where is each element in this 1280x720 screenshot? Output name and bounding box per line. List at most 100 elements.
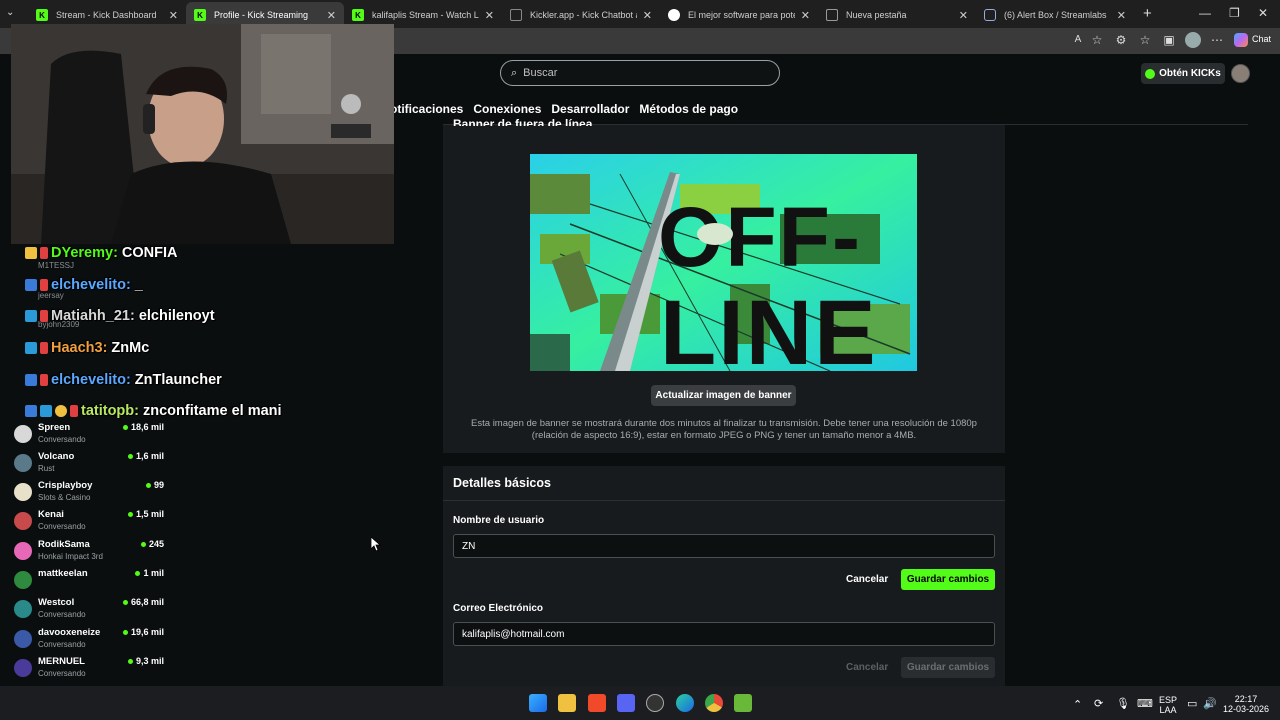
sidebar-channel-mattkeelan[interactable]: mattkeelan 1 mil — [14, 568, 164, 596]
subscriber-badge-icon — [25, 342, 37, 354]
tab-notifications[interactable]: otificaciones — [390, 102, 463, 116]
sword-badge-icon — [25, 279, 37, 291]
kick-favicon-icon: K — [36, 9, 48, 21]
banner-text-off: OFF- — [658, 190, 862, 284]
email-save-button[interactable]: Guardar cambios — [901, 657, 995, 678]
start-menu-icon[interactable] — [529, 694, 547, 712]
live-dot-icon — [122, 629, 128, 635]
tab-kickler[interactable]: Kickler.app - Kick Chatbot and Ov ✕ — [502, 2, 660, 28]
kickler-favicon-icon — [510, 9, 522, 21]
tab-menu-icon[interactable]: ⌄ — [6, 7, 20, 21]
sidebar-channel-crisplayboy[interactable]: Crisplayboy Slots & Casino 99 — [14, 480, 164, 508]
extensions-icon[interactable]: ⚙ — [1114, 33, 1128, 47]
username-field[interactable]: ZN — [453, 534, 995, 558]
email-cancel-button[interactable]: Cancelar — [846, 662, 888, 673]
chrome-icon[interactable] — [705, 694, 723, 712]
live-dot-icon — [122, 424, 128, 430]
clock[interactable]: 22:17 12-03-2026 — [1222, 694, 1270, 714]
profile-avatar-icon[interactable] — [1185, 32, 1201, 48]
read-aloud-icon[interactable]: A — [1071, 33, 1085, 47]
streamlabs-favicon-icon — [984, 9, 996, 21]
tray-chevron-icon[interactable]: ⌃ — [1073, 698, 1082, 711]
banner-description: Esta imagen de banner se mostrará durant… — [471, 418, 977, 441]
search-icon: ⌕ — [511, 66, 518, 79]
channel-avatar — [14, 512, 32, 530]
discord-icon[interactable] — [617, 694, 635, 712]
tray-mic-icon[interactable]: 🎙 — [1116, 697, 1130, 710]
close-tab-icon[interactable]: ✕ — [169, 9, 178, 22]
sidebar-channel-spreen[interactable]: Spreen Conversando 18,6 mil — [14, 422, 164, 450]
tab-software[interactable]: El mejor software para potenciar t ✕ — [660, 2, 818, 28]
live-dot-icon — [140, 541, 146, 547]
sidebar-channel-volcano[interactable]: Volcano Rust 1,6 mil — [14, 451, 164, 479]
chat-message: elchevelito: _ — [25, 277, 143, 293]
tray-display-icon[interactable]: ▭ — [1187, 697, 1197, 710]
close-tab-icon[interactable]: ✕ — [327, 9, 336, 22]
close-tab-icon[interactable]: ✕ — [959, 9, 968, 22]
close-window-icon[interactable]: ✕ — [1258, 6, 1268, 20]
viewer-count: 1,5 mil — [127, 509, 164, 519]
tab-alert-box[interactable]: (6) Alert Box / Streamlabs ✕ — [976, 2, 1134, 28]
channel-avatar — [14, 425, 32, 443]
tray-volume-icon[interactable]: 🔊 — [1203, 697, 1217, 710]
username-value: ZN — [462, 540, 476, 552]
sidebar-channel-mernuel[interactable]: MERNUEL Conversando 9,3 mil — [14, 656, 164, 684]
tray-sync-icon[interactable]: ⟳ — [1094, 697, 1103, 710]
channel-avatar — [14, 542, 32, 560]
chat-message: elchevelito: ZnTlauncher — [25, 372, 222, 388]
minecraft-icon[interactable] — [734, 694, 752, 712]
username-save-button[interactable]: Guardar cambios — [901, 569, 995, 590]
get-kicks-button[interactable]: Obtén KICKs — [1141, 63, 1225, 84]
email-field[interactable]: kalifaplis@hotmail.com — [453, 622, 995, 646]
offline-banner-heading: Banner de fuera de línea — [453, 117, 593, 126]
live-dot-icon — [127, 511, 133, 517]
chat-username: tatitopb: — [81, 403, 139, 419]
search-placeholder: Buscar — [523, 67, 558, 79]
user-avatar[interactable] — [1231, 64, 1250, 83]
chat-username: Matiahh_21: — [51, 308, 135, 324]
search-input[interactable]: ⌕ Buscar — [500, 60, 780, 86]
crown-badge-icon — [25, 247, 37, 259]
chat-username: elchevelito: — [51, 277, 131, 293]
favorite-star-icon[interactable]: ☆ — [1090, 33, 1104, 47]
brave-browser-icon[interactable] — [588, 694, 606, 712]
sidebar-channel-westcol[interactable]: Westcol Conversando 66,8 mil — [14, 597, 164, 625]
subscriber-badge-icon — [25, 310, 37, 322]
chat-label[interactable]: Chat — [1252, 34, 1271, 44]
tray-keyboard-icon[interactable]: ⌨ — [1137, 697, 1153, 710]
tab-new[interactable]: Nueva pestaña ✕ — [818, 2, 976, 28]
close-tab-icon[interactable]: ✕ — [485, 9, 494, 22]
more-options-icon[interactable]: ⋯ — [1210, 33, 1224, 47]
kick-favicon-icon: K — [194, 9, 206, 21]
sidebar-channel-davooxeneize[interactable]: davooxeneize Conversando 19,6 mil — [14, 627, 164, 655]
tab-developer[interactable]: Desarrollador — [551, 102, 629, 116]
chat-message: Haach3: ZnMc — [25, 340, 149, 356]
settings-nav: otificaciones Conexiones Desarrollador M… — [390, 102, 738, 116]
sidebar-channel-rodiksama[interactable]: RodikSama Honkai Impact 3rd 245 — [14, 539, 164, 567]
live-dot-icon — [122, 599, 128, 605]
obs-icon[interactable] — [646, 694, 664, 712]
cup-badge-icon — [70, 405, 78, 417]
viewer-count: 245 — [140, 539, 164, 549]
live-dot-icon — [145, 482, 151, 488]
chat-message: tatitopb: znconfitame el mani — [25, 403, 282, 419]
tab-payment-methods[interactable]: Métodos de pago — [639, 102, 738, 116]
minimize-icon[interactable]: — — [1199, 6, 1211, 20]
edge-browser-icon[interactable] — [676, 694, 694, 712]
viewer-count: 66,8 mil — [122, 597, 164, 607]
new-tab-plus-icon[interactable]: + — [1143, 5, 1152, 22]
update-banner-button[interactable]: Actualizar imagen de banner — [651, 385, 796, 406]
file-explorer-icon[interactable] — [558, 694, 576, 712]
collections-icon[interactable]: ▣ — [1162, 33, 1176, 47]
close-tab-icon[interactable]: ✕ — [801, 9, 810, 22]
close-tab-icon[interactable]: ✕ — [1117, 9, 1126, 22]
viewer-count: 1,6 mil — [127, 451, 164, 461]
maximize-icon[interactable]: ❐ — [1229, 6, 1240, 20]
close-tab-icon[interactable]: ✕ — [643, 9, 652, 22]
username-cancel-button[interactable]: Cancelar — [846, 574, 888, 585]
sidebar-channel-kenai[interactable]: Kenai Conversando 1,5 mil — [14, 509, 164, 537]
copilot-icon[interactable] — [1234, 33, 1248, 47]
favorites-icon[interactable]: ☆ — [1138, 33, 1152, 47]
language-indicator[interactable]: ESP LAA — [1158, 695, 1178, 715]
tab-connections[interactable]: Conexiones — [473, 102, 541, 116]
